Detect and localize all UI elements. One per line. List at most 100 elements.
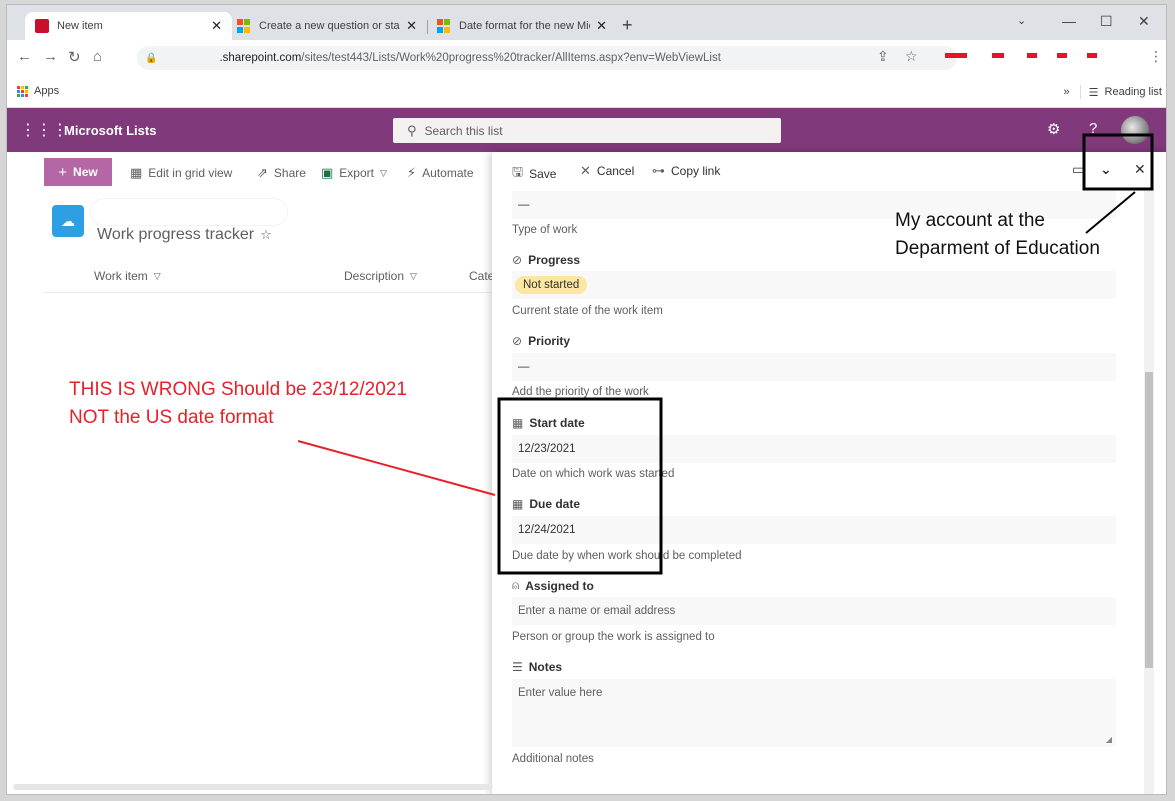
redaction-mark <box>1087 53 1097 58</box>
text-lines-icon: ☰ <box>512 660 523 674</box>
cancel-label: Cancel <box>596 164 635 178</box>
chevron-down-icon: ▽ <box>410 270 417 281</box>
horizontal-scrollbar[interactable] <box>13 784 493 792</box>
notes-placeholder: Enter value here <box>518 687 603 699</box>
search-input[interactable]: ⚲ Search this list <box>393 118 781 143</box>
chevron-down-icon: ▽ <box>153 270 161 281</box>
redaction-mark <box>945 53 967 58</box>
choice-icon: ⊘ <box>512 253 523 267</box>
column-header-category[interactable]: Cate <box>469 269 494 283</box>
close-tab-icon[interactable]: ✕ <box>211 18 222 34</box>
apps-grid-icon <box>17 85 28 97</box>
column-header-description[interactable]: Description ▽ <box>344 269 417 283</box>
copy-link-button[interactable]: ⊶ Copy link <box>652 163 720 179</box>
search-placeholder: Search this list <box>424 123 503 138</box>
microsoft-favicon-icon <box>437 19 451 33</box>
chevron-down-icon[interactable]: ⌄ <box>1100 161 1112 178</box>
notes-textarea[interactable]: Enter value here ◢ <box>512 679 1116 747</box>
apps-bookmark[interactable]: Apps <box>17 85 59 97</box>
progress-label: ⊘ Progress <box>512 253 581 267</box>
column-header-work-item[interactable]: Work item ▽ <box>94 269 161 283</box>
reading-list-label: Reading list <box>1104 86 1162 98</box>
excel-icon: ▣ <box>321 165 334 180</box>
export-button[interactable]: ▣ Export ▽ <box>321 165 387 181</box>
notes-label: ☰ Notes <box>512 660 563 674</box>
new-item-button[interactable]: + New <box>44 158 112 186</box>
due-date-input[interactable]: 12/24/2021 <box>512 516 1116 544</box>
app-name[interactable]: Microsoft Lists <box>64 123 156 138</box>
progress-description: Current state of the work item <box>512 305 663 317</box>
save-button[interactable]: 🖫 Save <box>512 163 556 185</box>
tab-title: New item <box>57 20 103 32</box>
favorite-star-icon[interactable]: ☆ <box>260 227 272 242</box>
progress-field[interactable]: Not started <box>512 271 1116 299</box>
comment-icon[interactable]: ▭ <box>1072 161 1085 178</box>
menu-kebab-icon[interactable]: ⋮ <box>1149 48 1163 65</box>
account-avatar[interactable] <box>1121 116 1149 144</box>
automate-button[interactable]: ⚡ Automate <box>407 165 474 181</box>
due-date-label: ▦ Due date <box>512 497 581 511</box>
progress-badge: Not started <box>515 276 588 294</box>
grid-icon: ▦ <box>130 165 143 180</box>
reload-icon[interactable]: ↻ <box>68 48 81 66</box>
start-date-input[interactable]: 12/23/2021 <box>512 435 1116 463</box>
red-arrow-line <box>297 440 496 496</box>
close-icon: ✕ <box>580 163 591 178</box>
list-title: Work progress tracker ☆ <box>97 226 272 243</box>
annotation-account: My account at the Deparment of Education <box>895 207 1100 263</box>
annotation-date-format: THIS IS WRONG Should be 23/12/2021 NOT t… <box>69 376 407 432</box>
new-tab-button[interactable]: + <box>622 15 633 36</box>
automate-icon: ⚡ <box>407 165 417 180</box>
share-button[interactable]: ⇗ Share <box>257 165 306 181</box>
home-icon[interactable]: ⌂ <box>93 48 102 65</box>
save-icon: 🖫 <box>512 164 524 179</box>
resize-handle-icon[interactable]: ◢ <box>1106 735 1112 744</box>
tab-date-format[interactable]: Date format for the new Microso ✕ <box>427 12 617 40</box>
scrollbar-track <box>13 784 493 790</box>
tab-create-question[interactable]: Create a new question or start a ✕ <box>227 12 427 40</box>
start-date-label: ▦ Start date <box>512 416 585 430</box>
site-name-redacted <box>91 199 287 225</box>
plus-icon: + <box>58 163 68 181</box>
lock-icon: 🔒 <box>145 52 158 64</box>
divider <box>1079 85 1081 99</box>
help-icon[interactable]: ? <box>1089 120 1097 137</box>
app-launcher-icon[interactable]: ⋮⋮⋮ <box>20 120 68 140</box>
close-tab-icon[interactable]: ✕ <box>596 18 607 34</box>
tab-title: Date format for the new Microso <box>459 20 590 32</box>
screenshot-frame: New item ✕ Create a new question or star… <box>6 4 1167 795</box>
share-page-icon[interactable]: ⇪ <box>877 48 889 65</box>
scrollbar-thumb[interactable] <box>1145 372 1153 668</box>
redaction-mark <box>1057 53 1067 58</box>
link-icon: ⊶ <box>652 163 665 178</box>
priority-value[interactable]: — <box>512 353 1116 381</box>
back-icon[interactable]: ← <box>17 48 32 65</box>
url-text: .sharepoint.com/sites/test443/Lists/Work… <box>219 52 721 64</box>
share-label: Share <box>273 166 306 180</box>
maximize-icon[interactable]: ☐ <box>1100 13 1113 30</box>
window-close-icon[interactable]: ✕ <box>1138 13 1150 30</box>
calendar-icon: ▦ <box>512 497 524 511</box>
edit-grid-view-button[interactable]: ▦ Edit in grid view <box>130 165 232 181</box>
bookmarks-overflow-icon[interactable]: » <box>1064 86 1070 98</box>
forward-icon[interactable]: → <box>43 48 58 65</box>
bookmarks-bar: Apps » ☰ Reading list <box>7 76 1166 108</box>
minimize-icon[interactable]: — <box>1062 13 1076 29</box>
address-bar[interactable]: 🔒 .sharepoint.com/sites/test443/Lists/Wo… <box>137 46 957 70</box>
panel-scrollbar[interactable] <box>1144 188 1154 794</box>
close-tab-icon[interactable]: ✕ <box>406 18 417 34</box>
close-panel-icon[interactable]: ✕ <box>1134 161 1146 178</box>
settings-gear-icon[interactable]: ⚙ <box>1047 120 1060 138</box>
bookmark-star-icon[interactable]: ☆ <box>905 48 918 65</box>
cancel-button[interactable]: ✕ Cancel <box>580 163 634 179</box>
tab-new-item[interactable]: New item ✕ <box>25 12 232 40</box>
tab-search-icon[interactable]: ⌄ <box>1017 14 1026 27</box>
priority-description: Add the priority of the work <box>512 386 649 398</box>
suite-bar: ⋮⋮⋮ Microsoft Lists ⚲ Search this list ⚙… <box>7 108 1166 152</box>
sharepoint-favicon-icon <box>35 19 49 33</box>
panel-toolbar: 🖫 Save ✕ Cancel ⊶ Copy link ▭ ⌄ ✕ <box>492 152 1166 188</box>
reading-list-button[interactable]: » ☰ Reading list <box>1064 85 1162 99</box>
assigned-to-input[interactable]: Enter a name or email address <box>512 597 1116 625</box>
annotation-line: My account at the <box>895 210 1045 231</box>
priority-label: ⊘ Priority <box>512 334 571 348</box>
